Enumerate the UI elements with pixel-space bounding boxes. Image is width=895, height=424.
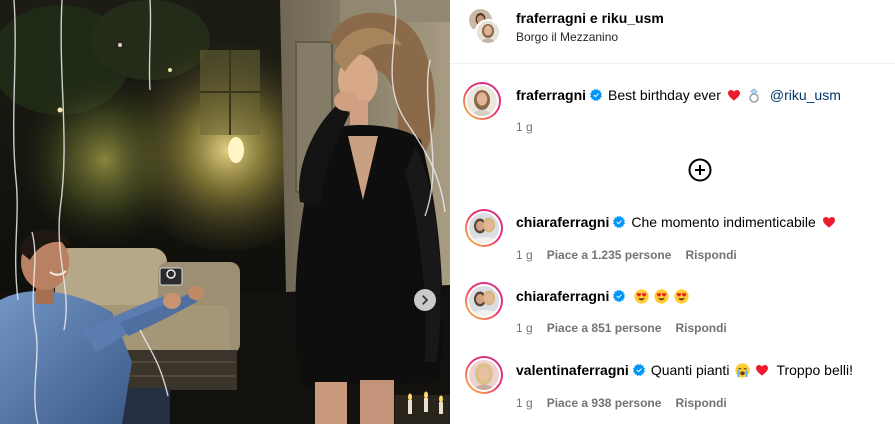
comment-username-link[interactable]: chiaraferragni <box>516 287 609 305</box>
comment-line: chiaraferragni <box>516 287 691 305</box>
next-photo-button[interactable] <box>414 289 436 311</box>
comment-line: valentinaferragni Quanti pianti Troppo b… <box>516 361 856 379</box>
caption-time[interactable]: 1 g <box>516 119 533 135</box>
heart-eyes-icon <box>653 288 669 304</box>
comment-text-after: Troppo belli! <box>776 362 853 378</box>
comment-avatar[interactable] <box>465 209 503 247</box>
comment-avatar[interactable] <box>465 356 503 394</box>
plus-circle-icon <box>688 158 712 182</box>
verified-badge-icon <box>613 290 626 302</box>
proposal-photo-scene <box>0 0 450 424</box>
red-heart-icon <box>754 362 770 378</box>
reply-button[interactable]: Rispondi <box>675 395 726 411</box>
comment-emoji-group <box>631 288 691 304</box>
caption-emoji-group <box>724 87 764 103</box>
comment-likes-link[interactable]: Piace a 851 persone <box>547 320 662 336</box>
comment-meta: 1 g Piace a 851 persone Rispondi <box>516 320 727 336</box>
post-side-panel: fraferragni e riku_usm Borgo il Mezzanin… <box>450 0 895 424</box>
comment-likes-link[interactable]: Piace a 1.235 persone <box>547 247 672 263</box>
avatar-photo <box>467 284 501 318</box>
avatar-photo <box>465 84 499 118</box>
comment-avatar[interactable] <box>465 282 503 320</box>
heart-eyes-icon <box>633 288 649 304</box>
red-heart-icon <box>821 214 837 230</box>
header-divider <box>450 63 895 64</box>
load-more-comments-button[interactable] <box>688 158 712 182</box>
comment-text: Che momento indimenticabile <box>631 214 816 230</box>
post-location[interactable]: Borgo il Mezzanino <box>516 29 618 45</box>
comment-username-link[interactable]: chiaraferragni <box>516 213 609 231</box>
reply-button[interactable]: Rispondi <box>685 247 736 263</box>
reply-button[interactable]: Rispondi <box>675 320 726 336</box>
post-photo[interactable] <box>0 0 450 424</box>
avatar-photo <box>467 211 501 245</box>
caption-meta: 1 g <box>516 119 533 135</box>
avatar-photo <box>467 358 501 392</box>
caption-author-avatar[interactable] <box>463 82 501 120</box>
comment-emoji-group <box>819 214 839 230</box>
caption-text: Best birthday ever <box>608 87 721 103</box>
caption-line: fraferragni Best birthday ever @riku_usm <box>516 86 841 104</box>
comment-emoji-group <box>732 362 772 378</box>
comment-line: chiaraferragni Che momento indimenticabi… <box>516 213 839 231</box>
comment-meta: 1 g Piace a 1.235 persone Rispondi <box>516 247 737 263</box>
caption-username-link[interactable]: fraferragni <box>516 86 586 104</box>
comment-meta: 1 g Piace a 938 persone Rispondi <box>516 395 727 411</box>
post-authors[interactable]: fraferragni e riku_usm <box>516 9 664 27</box>
verified-badge-icon <box>632 364 645 376</box>
comment-time[interactable]: 1 g <box>516 247 533 263</box>
verified-badge-icon <box>613 216 626 228</box>
ring-icon <box>746 87 762 103</box>
heart-eyes-icon <box>673 288 689 304</box>
comment-username-link[interactable]: valentinaferragni <box>516 361 629 379</box>
comment-text: Quanti pianti <box>650 362 730 378</box>
verified-badge-icon <box>590 89 603 101</box>
comment-time[interactable]: 1 g <box>516 320 533 336</box>
caption-mention-link[interactable]: @riku_usm <box>770 86 841 104</box>
table-with-candles <box>395 391 450 424</box>
crying-face-icon <box>734 362 750 378</box>
collaborator-avatar-front[interactable] <box>475 19 501 45</box>
chevron-right-icon <box>422 295 428 305</box>
comment-likes-link[interactable]: Piace a 938 persone <box>547 395 662 411</box>
red-heart-icon <box>726 87 742 103</box>
comment-time[interactable]: 1 g <box>516 395 533 411</box>
